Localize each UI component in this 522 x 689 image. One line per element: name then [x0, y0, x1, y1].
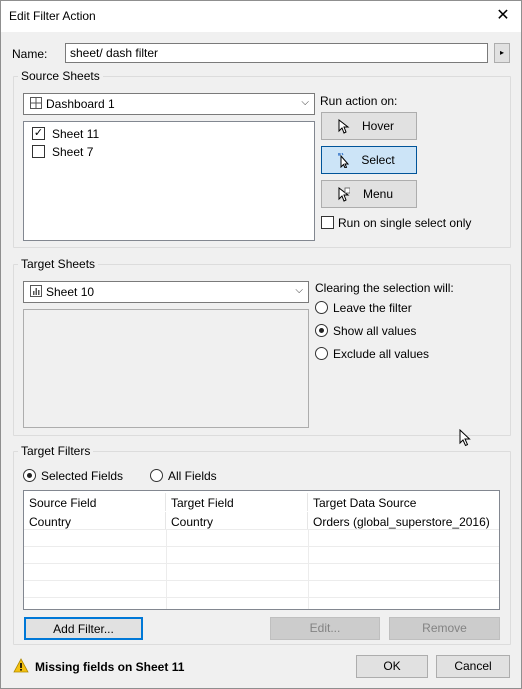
- menu-button-label: Menu: [362, 187, 394, 201]
- column-header[interactable]: Target Field: [166, 493, 308, 511]
- mouse-pointer-icon: [459, 429, 471, 447]
- add-filter-button[interactable]: Add Filter...: [24, 617, 143, 640]
- source-sheet-label: Sheet 7: [52, 145, 94, 159]
- mode-selected-fields-label: Selected Fields: [41, 469, 124, 483]
- source-sheet-checkbox[interactable]: [32, 145, 45, 158]
- edit-filter-button[interactable]: Edit...: [270, 617, 380, 640]
- table-row-divider: [24, 580, 499, 581]
- clearing-label: Clearing the selection will:: [315, 281, 454, 295]
- radio-exclude-all-values[interactable]: [315, 347, 328, 360]
- target-sheet-select-value: Sheet 10: [46, 285, 95, 299]
- target-sheets-label: Target Sheets: [18, 257, 99, 271]
- radio-leave-filter[interactable]: [315, 301, 328, 314]
- clearing-option-label: Leave the filter: [333, 301, 412, 315]
- radio-all-fields[interactable]: [150, 469, 163, 482]
- dashboard-select-value: Dashboard 1: [46, 97, 115, 111]
- table-cell[interactable]: Country: [24, 512, 166, 530]
- source-sheets-label: Source Sheets: [18, 69, 103, 83]
- cursor-icon: [338, 119, 350, 134]
- clearing-option-label: Exclude all values: [333, 347, 430, 361]
- run-action-label: Run action on:: [320, 94, 398, 108]
- clearing-option-label: Show all values: [333, 324, 417, 338]
- dashboard-select[interactable]: Dashboard 1 ⌵: [23, 93, 315, 115]
- target-sheet-select[interactable]: Sheet 10 ⌵: [23, 281, 309, 303]
- menu-button[interactable]: Menu: [321, 180, 417, 208]
- single-select-label: Run on single select only: [338, 216, 472, 230]
- remove-filter-button[interactable]: Remove: [389, 617, 500, 640]
- table-cell[interactable]: Orders (global_superstore_2016): [308, 512, 499, 530]
- name-input[interactable]: [65, 43, 488, 63]
- source-sheets-list[interactable]: ✓ Sheet 11 Sheet 7: [23, 121, 315, 241]
- table-row-divider: [24, 597, 499, 598]
- select-button-label: Select: [361, 153, 395, 167]
- table-column-divider: [166, 529, 167, 609]
- source-sheet-label: Sheet 11: [52, 127, 100, 141]
- radio-show-all-values[interactable]: [315, 324, 328, 337]
- name-label: Name:: [12, 47, 48, 61]
- ok-button[interactable]: OK: [356, 655, 428, 678]
- chevron-down-icon: ⌵: [301, 97, 309, 108]
- name-insert-button[interactable]: ▸: [494, 43, 510, 63]
- radio-selected-fields[interactable]: [23, 469, 36, 482]
- window-title: Edit Filter Action: [9, 9, 96, 23]
- cancel-button[interactable]: Cancel: [436, 655, 510, 678]
- table-row-divider: [24, 563, 499, 564]
- title-bar: Edit Filter Action ✕: [1, 1, 521, 32]
- select-button[interactable]: Select: [321, 146, 417, 174]
- sheet-icon: [30, 285, 42, 297]
- target-filters-label: Target Filters: [18, 444, 94, 458]
- dashboard-icon: [30, 97, 42, 109]
- source-sheet-checkbox[interactable]: ✓: [32, 127, 45, 140]
- menu-cursor-icon: [338, 187, 350, 202]
- hover-button-label: Hover: [361, 119, 394, 133]
- table-row-divider: [24, 546, 499, 547]
- warning-icon: [13, 658, 29, 673]
- table-cell[interactable]: Country: [166, 512, 308, 530]
- target-sheets-list[interactable]: [23, 309, 309, 428]
- filters-table[interactable]: Source Field Target Field Target Data So…: [23, 490, 500, 610]
- chevron-down-icon: ⌵: [295, 285, 303, 296]
- status-message: Missing fields on Sheet 11: [35, 660, 185, 674]
- column-header[interactable]: Target Data Source: [308, 493, 499, 511]
- hover-button[interactable]: Hover: [321, 112, 417, 140]
- single-select-checkbox[interactable]: [321, 216, 334, 229]
- column-header[interactable]: Source Field: [24, 493, 166, 511]
- select-cursor-icon: [338, 153, 350, 168]
- table-column-divider: [308, 529, 309, 609]
- close-icon[interactable]: ✕: [493, 6, 513, 26]
- mode-all-fields-label: All Fields: [168, 469, 217, 483]
- table-row-divider: [24, 529, 499, 530]
- edit-filter-action-dialog: Edit Filter Action ✕ Name: ▸ Source Shee…: [0, 0, 522, 689]
